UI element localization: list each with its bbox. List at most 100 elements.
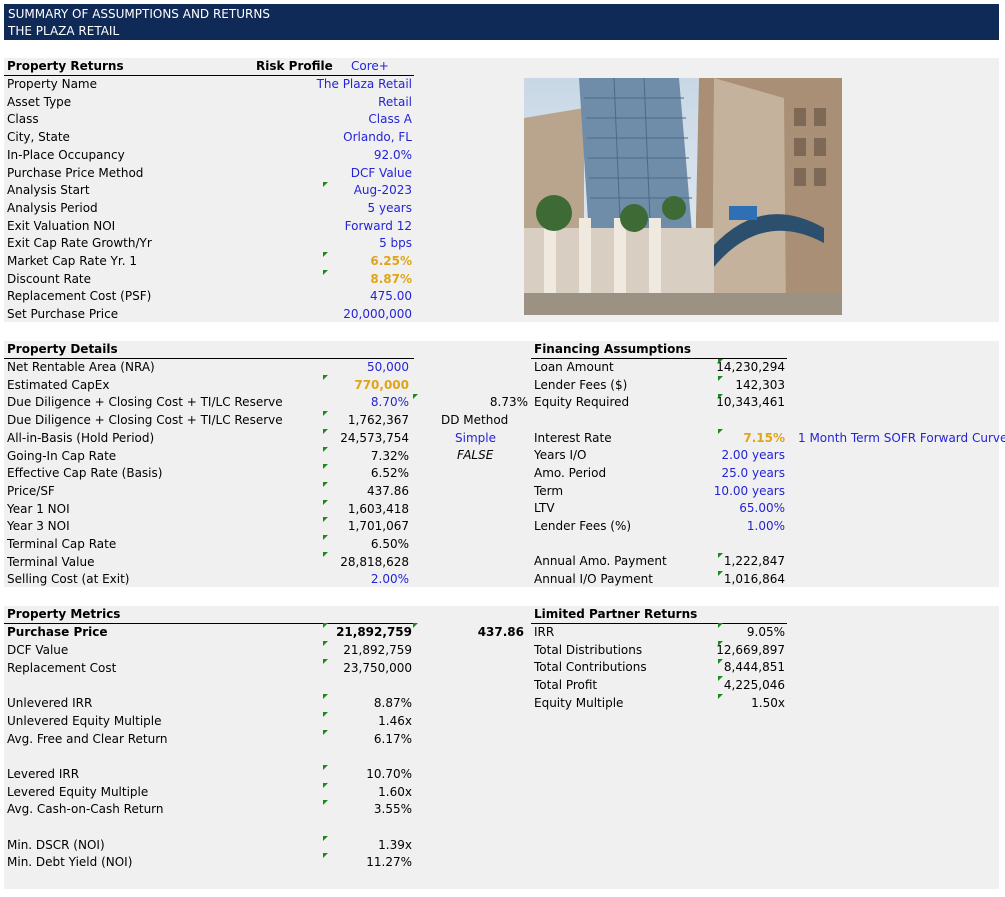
property-details-row-label: Going-In Cap Rate: [7, 448, 117, 463]
property-details-row-label: Effective Cap Rate (Basis): [7, 466, 163, 481]
financing-row-label: Annual Amo. Payment: [534, 554, 667, 568]
financing-row-value[interactable]: 2.00 years: [695, 447, 785, 464]
property-details-row-value[interactable]: 8.70%: [309, 394, 409, 411]
comment-marker[interactable]: [323, 252, 328, 257]
lp-returns-row-value: 12,669,897: [716, 642, 785, 657]
property-details-row-label: Terminal Cap Rate: [7, 537, 117, 551]
property-returns-row-value[interactable]: Retail: [272, 94, 412, 111]
comment-marker[interactable]: [323, 641, 328, 646]
financing-row-value[interactable]: 25.0 years: [695, 465, 785, 482]
comment-marker[interactable]: [323, 535, 328, 540]
property-returns-row-label: Purchase Price Method: [7, 165, 144, 180]
financing-row-label: Interest Rate: [534, 431, 612, 445]
property-returns-row-value[interactable]: Class A: [272, 111, 412, 128]
purchase-price-psf: 437.86: [477, 625, 524, 639]
comment-marker[interactable]: [718, 376, 723, 381]
financing-row-label: Annual I/O Payment: [534, 572, 653, 586]
comment-marker[interactable]: [323, 482, 328, 487]
property-returns-panel: [4, 58, 999, 322]
property-returns-row-label: Class: [7, 112, 39, 127]
comment-marker[interactable]: [323, 429, 328, 434]
comment-marker[interactable]: [323, 730, 328, 735]
comment-marker[interactable]: [718, 553, 723, 558]
property-details-row-label: Year 3 NOI: [7, 519, 70, 534]
comment-marker[interactable]: [323, 517, 328, 522]
comment-marker[interactable]: [323, 552, 328, 557]
comment-marker[interactable]: [323, 500, 328, 505]
property-returns-row-value[interactable]: 5 years: [272, 200, 412, 217]
property-returns-row-value[interactable]: The Plaza Retail: [272, 76, 412, 93]
comment-marker[interactable]: [323, 464, 328, 469]
property-metrics-row-label: Avg. Free and Clear Return: [7, 732, 168, 746]
comment-marker[interactable]: [323, 411, 328, 416]
property-details-row-value[interactable]: 50,000: [309, 359, 409, 376]
comment-marker[interactable]: [323, 659, 328, 664]
dd-extra-percent: 8.73%: [489, 395, 528, 409]
comment-marker[interactable]: [718, 694, 723, 699]
property-details-row-value[interactable]: 2.00%: [309, 571, 409, 588]
property-returns-row-value: 6.25%: [370, 254, 412, 268]
property-returns-row-label: Set Purchase Price: [7, 307, 119, 322]
details-financing-panel: [4, 341, 999, 587]
comment-marker[interactable]: [323, 694, 328, 699]
comment-marker[interactable]: [323, 765, 328, 770]
property-metrics-row-label: Avg. Cash-on-Cash Return: [7, 802, 164, 816]
property-returns-row-value[interactable]: 92.0%: [272, 147, 412, 164]
comment-marker[interactable]: [323, 712, 328, 717]
financing-row-value: 1,222,847: [723, 554, 785, 568]
property-returns-row-label: Analysis Start: [7, 183, 90, 198]
financing-row-value[interactable]: 65.00%: [695, 500, 785, 517]
financing-row-value[interactable]: 1.00%: [695, 518, 785, 535]
comment-marker[interactable]: [718, 623, 723, 628]
comment-marker[interactable]: [323, 447, 328, 452]
risk-profile-label: Risk Profile: [256, 59, 333, 73]
financing-row-label: Amo. Period: [534, 466, 607, 480]
property-returns-row-value[interactable]: Forward 12: [272, 218, 412, 235]
comment-marker[interactable]: [323, 783, 328, 788]
property-returns-row-value[interactable]: Aug-2023: [272, 182, 412, 199]
comment-marker[interactable]: [718, 359, 723, 364]
financing-row-label: Equity Required: [534, 395, 630, 409]
comment-marker[interactable]: [323, 836, 328, 841]
lp-returns-row-label: Equity Multiple: [534, 695, 624, 710]
comment-marker[interactable]: [413, 623, 418, 628]
property-returns-row-value[interactable]: 5 bps: [272, 235, 412, 252]
property-returns-row-value[interactable]: Orlando, FL: [272, 129, 412, 146]
financing-row-label: Loan Amount: [534, 360, 614, 374]
comment-marker[interactable]: [323, 270, 328, 275]
property-details-row-label: All-in-Basis (Hold Period): [7, 430, 155, 445]
property-metrics-row-label: Levered IRR: [7, 767, 80, 781]
comment-marker[interactable]: [718, 676, 723, 681]
purchase-price-value: 21,892,759: [336, 625, 412, 639]
financing-row-value: 14,230,294: [716, 360, 785, 374]
property-returns-row-value[interactable]: DCF Value: [272, 165, 412, 182]
comment-marker[interactable]: [323, 623, 328, 628]
comment-marker[interactable]: [323, 853, 328, 858]
financing-row-label: Lender Fees (%): [534, 519, 632, 533]
comment-marker[interactable]: [718, 641, 723, 646]
property-returns-row-value[interactable]: 20,000,000: [272, 306, 412, 323]
property-returns-row-label: Market Cap Rate Yr. 1: [7, 254, 137, 268]
property-details-row-label: Due Diligence + Closing Cost + TI/LC Res…: [7, 395, 283, 410]
dd-method-value[interactable]: Simple: [455, 430, 496, 447]
property-returns-row-value[interactable]: 475.00: [272, 288, 412, 305]
lp-returns-row-value: 9.05%: [746, 625, 785, 639]
lp-returns-row-value: 1.50x: [751, 695, 785, 710]
property-metrics-row-label: Levered Equity Multiple: [7, 785, 149, 799]
comment-marker[interactable]: [323, 800, 328, 805]
comment-marker[interactable]: [718, 571, 723, 576]
comment-marker[interactable]: [413, 394, 418, 399]
comment-marker[interactable]: [718, 429, 723, 434]
risk-profile-value[interactable]: Core+: [351, 58, 389, 75]
comment-marker[interactable]: [718, 659, 723, 664]
property-returns-row-label: Property Name: [7, 77, 97, 91]
purchase-price-label: Purchase Price: [7, 625, 108, 639]
rate-curve-note: 1 Month Term SOFR Forward Curve: [798, 431, 1005, 445]
property-metrics-row-label: Unlevered IRR: [7, 696, 93, 710]
financing-row-value[interactable]: 10.00 years: [695, 483, 785, 500]
comment-marker[interactable]: [323, 182, 328, 187]
lp-returns-row-label: Total Contributions: [534, 660, 647, 675]
comment-marker[interactable]: [323, 375, 328, 380]
comment-marker[interactable]: [718, 394, 723, 399]
lp-returns-row-value: 4,225,046: [723, 678, 785, 693]
